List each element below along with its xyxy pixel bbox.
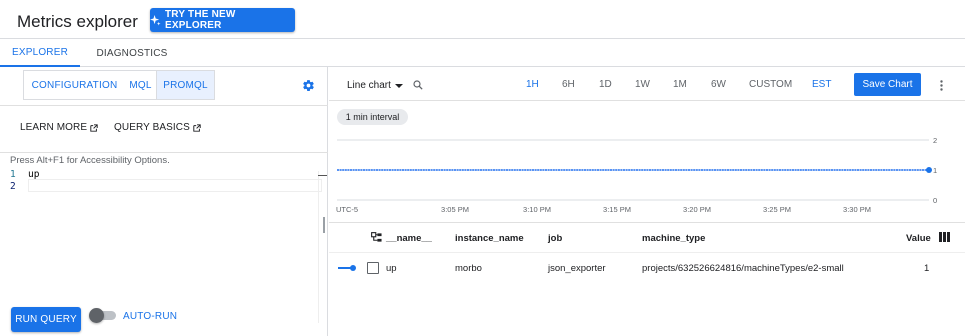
editor-ruler-marker (318, 175, 327, 176)
tab-bar: EXPLORER DIAGNOSTICS (0, 39, 965, 67)
view-column-icon[interactable] (939, 232, 950, 242)
series-end-point (926, 167, 932, 173)
cell-value: 1 (924, 263, 930, 274)
sparkle-icon (150, 14, 161, 26)
current-line-highlight (28, 179, 322, 192)
line-number: 1 (10, 169, 16, 180)
more-vert-icon[interactable] (940, 80, 943, 91)
save-chart-button[interactable]: Save Chart (854, 73, 921, 96)
x-tick-label: 3:25 PM (763, 205, 791, 214)
divider (0, 105, 328, 106)
column-header-machine-type[interactable]: machine_type (642, 233, 705, 244)
tab-diagnostics[interactable]: DIAGNOSTICS (88, 39, 176, 67)
series-legend-icon (338, 265, 356, 271)
time-range-custom[interactable]: CUSTOM (749, 79, 792, 90)
x-tick-label: UTC-5 (336, 205, 358, 214)
account-tree-icon[interactable] (371, 232, 382, 243)
auto-run-toggle-knob[interactable] (89, 308, 104, 323)
dropdown-arrow-icon (394, 83, 403, 88)
y-tick-label: 1 (933, 166, 937, 175)
x-tick-label: 3:20 PM (683, 205, 711, 214)
learn-more-label: LEARN MORE (20, 122, 88, 133)
line-chart: 2 1 0 UTC-5 3:05 PM 3:10 PM 3:15 PM 3:20 PM 3:25… (336, 136, 937, 214)
time-range-1m[interactable]: 1M (673, 79, 687, 90)
learn-more-link[interactable]: LEARN MORE (20, 122, 98, 133)
open-in-new-icon (90, 123, 98, 132)
query-editor-panel: CONFIGURATION MQL PROMQL LEARN MORE QUER… (0, 67, 328, 336)
x-tick-label: 3:30 PM (843, 205, 871, 214)
pane-resize-handle[interactable] (323, 217, 325, 233)
time-range-6h[interactable]: 6H (562, 79, 575, 90)
line-number: 2 (10, 181, 16, 192)
page-title: Metrics explorer (17, 12, 138, 31)
column-header-job[interactable]: job (548, 233, 562, 244)
x-tick-label: 3:15 PM (603, 205, 631, 214)
cell-name: up (386, 263, 397, 274)
top-bar: Metrics explorer TRY THE NEW EXPLORER (0, 0, 965, 39)
gear-icon[interactable] (302, 79, 315, 92)
x-tick-label: 3:10 PM (523, 205, 551, 214)
chart-type-dropdown[interactable]: Line chart (347, 80, 403, 91)
mode-promql-button[interactable]: PROMQL (156, 71, 214, 99)
column-header-name[interactable]: __name__ (386, 233, 432, 244)
time-range-1h[interactable]: 1H (526, 79, 539, 90)
column-header-instance-name[interactable]: instance_name (455, 233, 524, 244)
divider (329, 222, 965, 223)
query-basics-label: QUERY BASICS (114, 122, 190, 133)
divider (329, 100, 965, 101)
mode-configuration-button[interactable]: CONFIGURATION (24, 71, 125, 99)
mode-selector: CONFIGURATION MQL PROMQL (23, 70, 215, 100)
accessibility-hint: Press Alt+F1 for Accessibility Options. (10, 155, 170, 166)
column-header-value[interactable]: Value (906, 233, 931, 244)
chart-type-label: Line chart (347, 80, 391, 91)
divider (0, 152, 328, 153)
divider (329, 252, 965, 253)
row-checkbox[interactable] (367, 262, 379, 274)
cell-job: json_exporter (548, 263, 606, 274)
try-new-explorer-label: TRY THE NEW EXPLORER (164, 9, 236, 31)
query-basics-link[interactable]: QUERY BASICS (114, 122, 201, 133)
cell-instance-name: morbo (455, 263, 482, 274)
mode-mql-button[interactable]: MQL (125, 71, 156, 99)
query-editor-input[interactable]: up (28, 169, 39, 180)
interval-chip: 1 min interval (337, 109, 408, 125)
editor-scrollbar[interactable] (318, 171, 319, 323)
time-range-1w[interactable]: 1W (635, 79, 650, 90)
open-in-new-icon (193, 123, 201, 132)
search-icon[interactable] (413, 80, 423, 90)
tab-explorer[interactable]: EXPLORER (0, 39, 80, 67)
time-range-6w[interactable]: 6W (711, 79, 726, 90)
y-tick-label: 2 (933, 136, 937, 145)
x-tick-label: 3:05 PM (441, 205, 469, 214)
time-range-1d[interactable]: 1D (599, 79, 612, 90)
auto-run-label: AUTO-RUN (123, 311, 178, 322)
try-new-explorer-button[interactable]: TRY THE NEW EXPLORER (150, 8, 295, 32)
y-tick-label: 0 (933, 196, 937, 205)
timezone-selector[interactable]: EST (812, 79, 831, 90)
cell-machine-type: projects/632526624816/machineTypes/e2-sm… (642, 263, 844, 274)
run-query-button[interactable]: RUN QUERY (11, 307, 81, 332)
